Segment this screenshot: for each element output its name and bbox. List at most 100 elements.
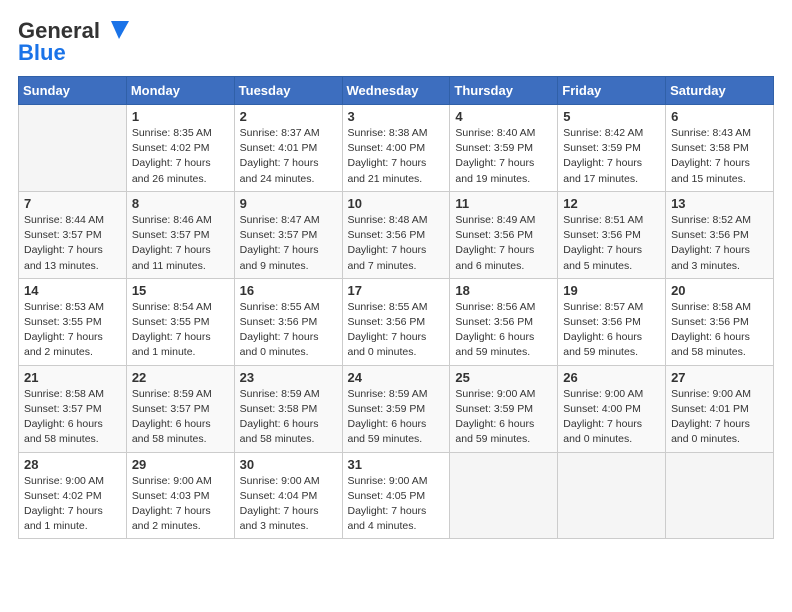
calendar-cell: 18Sunrise: 8:56 AMSunset: 3:56 PMDayligh… — [450, 278, 558, 365]
calendar-cell — [450, 452, 558, 539]
day-info: Sunrise: 8:58 AMSunset: 3:56 PMDaylight:… — [671, 300, 768, 361]
calendar-cell: 23 Sunrise: 8:59 AMSunset: 3:58 PMDayligh… — [234, 365, 342, 452]
calendar-week-row: 21 Sunrise: 8:58 AMSunset: 3:57 PMDayligh… — [19, 365, 774, 452]
calendar-cell: 6Sunrise: 8:43 AMSunset: 3:58 PMDaylight… — [666, 105, 774, 192]
calendar-cell: 4 Sunrise: 8:40 AMSunset: 3:59 PMDaylight… — [450, 105, 558, 192]
calendar-cell: 17 Sunrise: 8:55 AMSunset: 3:56 PMDayligh… — [342, 278, 450, 365]
calendar-cell: 22 Sunrise: 8:59 AMSunset: 3:57 PMDayligh… — [126, 365, 234, 452]
calendar-header-thursday: Thursday — [450, 77, 558, 105]
day-number: 8 — [132, 196, 229, 211]
day-info: Sunrise: 8:47 AMSunset: 3:57 PMDaylight:… — [240, 213, 337, 274]
day-number: 3 — [348, 109, 445, 124]
calendar-cell: 25Sunrise: 9:00 AMSunset: 3:59 PMDayligh… — [450, 365, 558, 452]
logo-icon — [101, 21, 129, 39]
calendar-cell: 26 Sunrise: 9:00 AMSunset: 4:00 PMDayligh… — [558, 365, 666, 452]
day-info: Sunrise: 8:55 AMSunset: 3:56 PMDaylight:… — [348, 300, 445, 361]
day-info: Sunrise: 8:52 AMSunset: 3:56 PMDaylight:… — [671, 213, 768, 274]
day-number: 21 — [24, 370, 121, 385]
day-info: Sunrise: 8:59 AMSunset: 3:58 PMDaylight:… — [240, 387, 337, 448]
day-info: Sunrise: 9:00 AMSunset: 4:00 PMDaylight:… — [563, 387, 660, 448]
calendar-cell: 9 Sunrise: 8:47 AMSunset: 3:57 PMDaylight… — [234, 191, 342, 278]
calendar-cell: 12 Sunrise: 8:51 AMSunset: 3:56 PMDayligh… — [558, 191, 666, 278]
day-number: 19 — [563, 283, 660, 298]
calendar-header-friday: Friday — [558, 77, 666, 105]
day-number: 5 — [563, 109, 660, 124]
day-info: Sunrise: 8:59 AMSunset: 3:59 PMDaylight:… — [348, 387, 445, 448]
day-info: Sunrise: 8:42 AMSunset: 3:59 PMDaylight:… — [563, 126, 660, 187]
day-info: Sunrise: 9:00 AMSunset: 4:05 PMDaylight:… — [348, 474, 445, 535]
day-number: 2 — [240, 109, 337, 124]
day-number: 24 — [348, 370, 445, 385]
calendar-week-row: 14Sunrise: 8:53 AMSunset: 3:55 PMDayligh… — [19, 278, 774, 365]
calendar-header-tuesday: Tuesday — [234, 77, 342, 105]
day-info: Sunrise: 8:55 AMSunset: 3:56 PMDaylight:… — [240, 300, 337, 361]
day-number: 14 — [24, 283, 121, 298]
day-number: 10 — [348, 196, 445, 211]
calendar-cell: 10 Sunrise: 8:48 AMSunset: 3:56 PMDayligh… — [342, 191, 450, 278]
calendar-cell: 28 Sunrise: 9:00 AMSunset: 4:02 PMDayligh… — [19, 452, 127, 539]
calendar-cell: 1 Sunrise: 8:35 AMSunset: 4:02 PMDaylight… — [126, 105, 234, 192]
calendar-cell: 3 Sunrise: 8:38 AMSunset: 4:00 PMDaylight… — [342, 105, 450, 192]
calendar-week-row: 7 Sunrise: 8:44 AMSunset: 3:57 PMDaylight… — [19, 191, 774, 278]
day-info: Sunrise: 8:35 AMSunset: 4:02 PMDaylight:… — [132, 126, 229, 187]
calendar-cell — [666, 452, 774, 539]
calendar-cell: 8 Sunrise: 8:46 AMSunset: 3:57 PMDaylight… — [126, 191, 234, 278]
day-info: Sunrise: 8:44 AMSunset: 3:57 PMDaylight:… — [24, 213, 121, 274]
day-info: Sunrise: 8:51 AMSunset: 3:56 PMDaylight:… — [563, 213, 660, 274]
day-info: Sunrise: 8:48 AMSunset: 3:56 PMDaylight:… — [348, 213, 445, 274]
day-info: Sunrise: 8:59 AMSunset: 3:57 PMDaylight:… — [132, 387, 229, 448]
calendar-header-sunday: Sunday — [19, 77, 127, 105]
day-info: Sunrise: 9:00 AMSunset: 4:04 PMDaylight:… — [240, 474, 337, 535]
day-number: 15 — [132, 283, 229, 298]
calendar-cell: 16 Sunrise: 8:55 AMSunset: 3:56 PMDayligh… — [234, 278, 342, 365]
day-number: 20 — [671, 283, 768, 298]
day-number: 31 — [348, 457, 445, 472]
day-info: Sunrise: 8:46 AMSunset: 3:57 PMDaylight:… — [132, 213, 229, 274]
calendar-cell: 2 Sunrise: 8:37 AMSunset: 4:01 PMDaylight… — [234, 105, 342, 192]
calendar-cell: 15Sunrise: 8:54 AMSunset: 3:55 PMDayligh… — [126, 278, 234, 365]
header: General Blue — [18, 18, 774, 66]
calendar-header-wednesday: Wednesday — [342, 77, 450, 105]
day-info: Sunrise: 8:56 AMSunset: 3:56 PMDaylight:… — [455, 300, 552, 361]
calendar-cell: 20 Sunrise: 8:58 AMSunset: 3:56 PMDayligh… — [666, 278, 774, 365]
day-number: 23 — [240, 370, 337, 385]
day-number: 26 — [563, 370, 660, 385]
day-info: Sunrise: 8:38 AMSunset: 4:00 PMDaylight:… — [348, 126, 445, 187]
day-info: Sunrise: 9:00 AMSunset: 4:01 PMDaylight:… — [671, 387, 768, 448]
day-info: Sunrise: 8:58 AMSunset: 3:57 PMDaylight:… — [24, 387, 121, 448]
day-info: Sunrise: 8:40 AMSunset: 3:59 PMDaylight:… — [455, 126, 552, 187]
day-number: 9 — [240, 196, 337, 211]
calendar-cell: 31 Sunrise: 9:00 AMSunset: 4:05 PMDayligh… — [342, 452, 450, 539]
day-number: 11 — [455, 196, 552, 211]
day-info: Sunrise: 8:37 AMSunset: 4:01 PMDaylight:… — [240, 126, 337, 187]
logo: General Blue — [18, 18, 129, 66]
day-number: 28 — [24, 457, 121, 472]
calendar-cell: 5 Sunrise: 8:42 AMSunset: 3:59 PMDaylight… — [558, 105, 666, 192]
logo-blue: Blue — [18, 40, 66, 66]
day-number: 17 — [348, 283, 445, 298]
day-number: 16 — [240, 283, 337, 298]
day-number: 30 — [240, 457, 337, 472]
day-number: 1 — [132, 109, 229, 124]
calendar-cell: 13 Sunrise: 8:52 AMSunset: 3:56 PMDayligh… — [666, 191, 774, 278]
calendar-header-saturday: Saturday — [666, 77, 774, 105]
day-number: 13 — [671, 196, 768, 211]
day-info: Sunrise: 9:00 AMSunset: 3:59 PMDaylight:… — [455, 387, 552, 448]
calendar-cell: 24 Sunrise: 8:59 AMSunset: 3:59 PMDayligh… — [342, 365, 450, 452]
day-number: 22 — [132, 370, 229, 385]
day-number: 7 — [24, 196, 121, 211]
day-number: 27 — [671, 370, 768, 385]
calendar-table: SundayMondayTuesdayWednesdayThursdayFrid… — [18, 76, 774, 539]
calendar-week-row: 1 Sunrise: 8:35 AMSunset: 4:02 PMDaylight… — [19, 105, 774, 192]
calendar-header-row: SundayMondayTuesdayWednesdayThursdayFrid… — [19, 77, 774, 105]
day-info: Sunrise: 9:00 AMSunset: 4:02 PMDaylight:… — [24, 474, 121, 535]
day-number: 12 — [563, 196, 660, 211]
calendar-header-monday: Monday — [126, 77, 234, 105]
day-info: Sunrise: 8:43 AMSunset: 3:58 PMDaylight:… — [671, 126, 768, 187]
calendar-cell — [19, 105, 127, 192]
day-number: 29 — [132, 457, 229, 472]
calendar-cell: 30 Sunrise: 9:00 AMSunset: 4:04 PMDayligh… — [234, 452, 342, 539]
day-info: Sunrise: 8:49 AMSunset: 3:56 PMDaylight:… — [455, 213, 552, 274]
day-number: 4 — [455, 109, 552, 124]
day-info: Sunrise: 9:00 AMSunset: 4:03 PMDaylight:… — [132, 474, 229, 535]
